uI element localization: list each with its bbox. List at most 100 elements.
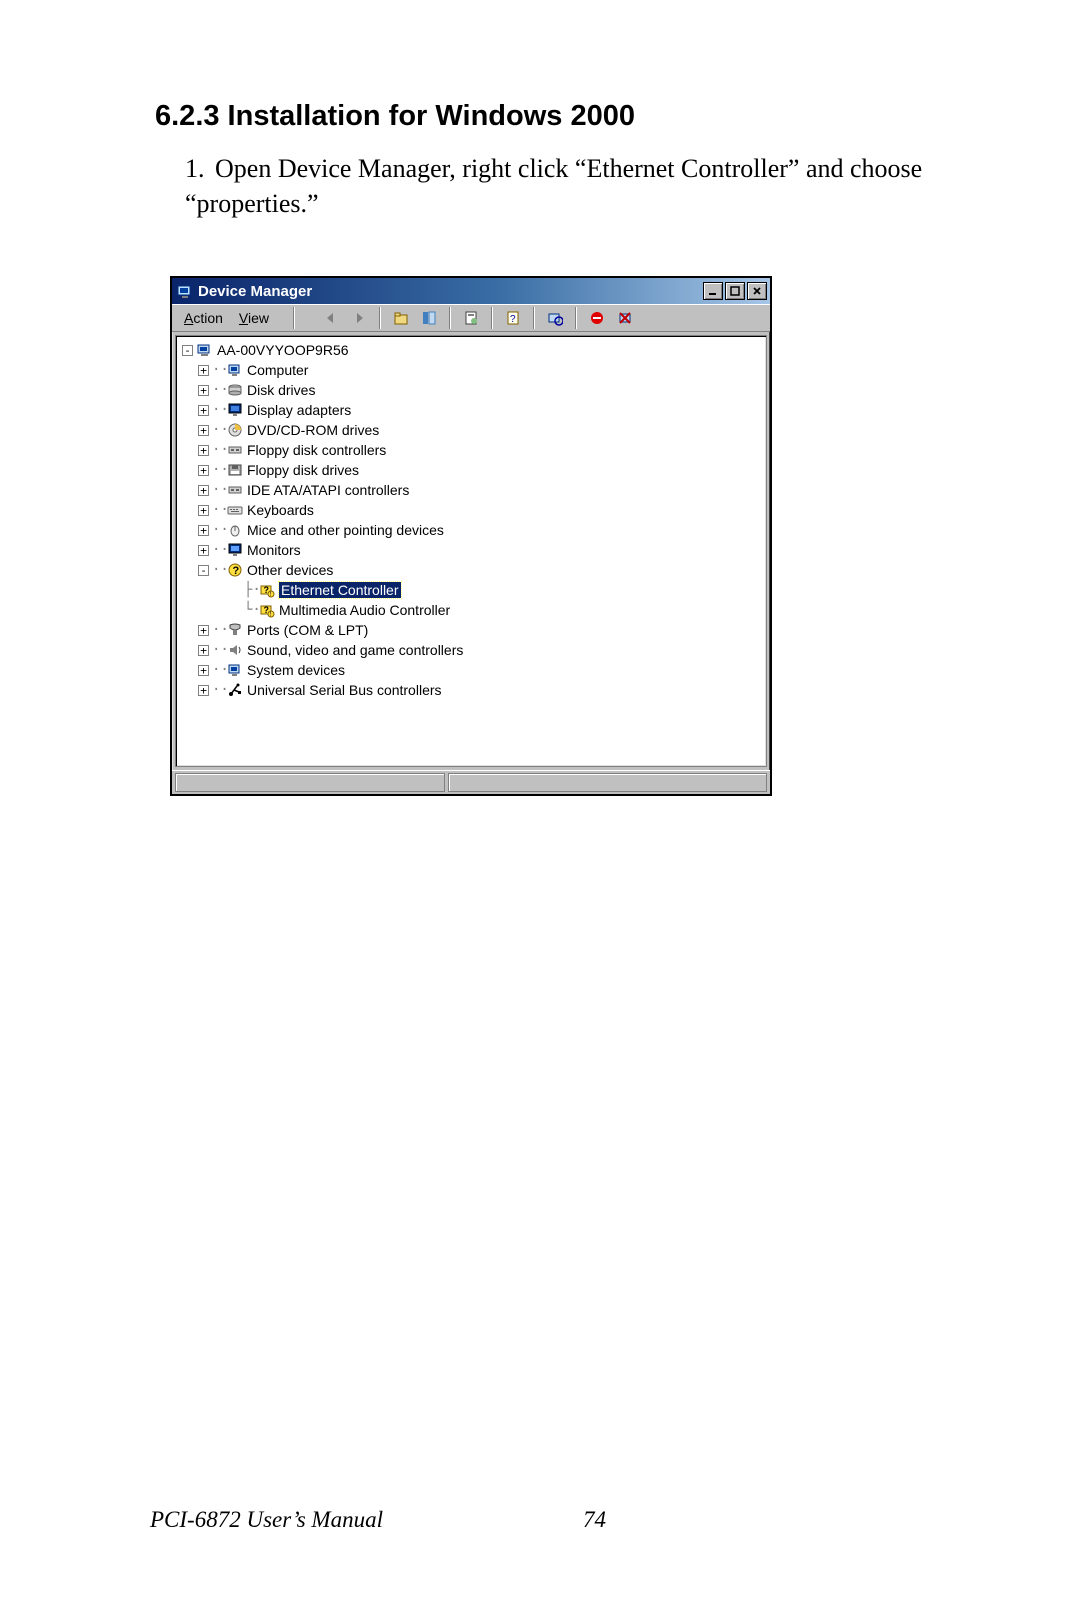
menu-view[interactable]: View xyxy=(239,310,269,326)
expand-toggle[interactable]: + xyxy=(198,485,209,496)
tree-root-label: AA-00VYYOOP9R56 xyxy=(217,342,349,358)
device-tree[interactable]: - AA-00VYYOOP9R56 +··Computer+··Disk dri… xyxy=(175,335,767,767)
unknown-icon: ?! xyxy=(258,602,276,618)
maximize-button[interactable] xyxy=(725,282,745,300)
keyboard-icon xyxy=(226,502,244,518)
footer-manual-title: PCI-6872 User’s Manual xyxy=(150,1507,383,1533)
tree-node[interactable]: +··Floppy disk controllers xyxy=(180,440,762,460)
menubar: Action View ? xyxy=(172,304,770,332)
expand-toggle[interactable]: + xyxy=(198,365,209,376)
expand-toggle[interactable]: + xyxy=(198,405,209,416)
tree-node-label: Ethernet Controller xyxy=(279,582,401,598)
expand-toggle[interactable]: + xyxy=(198,505,209,516)
tree-node-label: Sound, video and game controllers xyxy=(247,642,463,658)
show-hide-tree-icon[interactable] xyxy=(418,307,440,329)
tree-node-label: Multimedia Audio Controller xyxy=(279,602,450,618)
tree-node[interactable]: +··Monitors xyxy=(180,540,762,560)
tree-node-label: Other devices xyxy=(247,562,333,578)
expand-toggle[interactable]: + xyxy=(198,465,209,476)
expand-toggle[interactable]: + xyxy=(198,425,209,436)
cdrom-icon xyxy=(226,422,244,438)
instruction-step: 1.Open Device Manager, right click “Ethe… xyxy=(185,151,930,221)
tree-node[interactable]: +··System devices xyxy=(180,660,762,680)
tree-node[interactable]: +··Keyboards xyxy=(180,500,762,520)
tree-node-label: DVD/CD-ROM drives xyxy=(247,422,379,438)
scan-hardware-icon[interactable] xyxy=(544,307,566,329)
statusbar xyxy=(172,770,770,794)
ports-icon xyxy=(226,622,244,638)
titlebar[interactable]: Device Manager xyxy=(172,278,770,304)
tree-node[interactable]: +··Sound, video and game controllers xyxy=(180,640,762,660)
tree-child-node[interactable]: ├··?!Ethernet Controller xyxy=(180,580,762,600)
monitor-icon xyxy=(226,542,244,558)
expand-toggle[interactable]: + xyxy=(198,525,209,536)
section-heading: 6.2.3 Installation for Windows 2000 xyxy=(155,100,930,133)
controller-icon xyxy=(226,482,244,498)
controller-icon xyxy=(226,442,244,458)
svg-text:?: ? xyxy=(510,314,516,325)
status-panel-left xyxy=(175,773,445,792)
unknown-icon: ?! xyxy=(258,582,276,598)
tree-node-label: Disk drives xyxy=(247,382,315,398)
uninstall-icon[interactable] xyxy=(614,307,636,329)
tree-node[interactable]: +··Computer xyxy=(180,360,762,380)
status-panel-right xyxy=(448,773,767,792)
other-icon: ? xyxy=(226,562,244,578)
tree-node[interactable]: -··?Other devices xyxy=(180,560,762,580)
disable-icon[interactable] xyxy=(586,307,608,329)
tree-node-label: IDE ATA/ATAPI controllers xyxy=(247,482,409,498)
tree-node[interactable]: +··Floppy disk drives xyxy=(180,460,762,480)
back-icon[interactable] xyxy=(320,307,342,329)
computer-root-icon xyxy=(196,342,214,358)
tree-node[interactable]: +··DVD/CD-ROM drives xyxy=(180,420,762,440)
usb-icon xyxy=(226,682,244,698)
step-text: Open Device Manager, right click “Ethern… xyxy=(185,154,922,218)
expand-toggle[interactable]: + xyxy=(198,685,209,696)
tree-node[interactable]: +··Display adapters xyxy=(180,400,762,420)
tree-node[interactable]: +··Mice and other pointing devices xyxy=(180,520,762,540)
minimize-button[interactable] xyxy=(703,282,723,300)
expand-toggle[interactable]: + xyxy=(198,385,209,396)
computer-icon xyxy=(226,362,244,378)
tree-root[interactable]: - AA-00VYYOOP9R56 xyxy=(180,340,762,360)
expand-toggle[interactable]: - xyxy=(198,565,209,576)
tree-node-label: Display adapters xyxy=(247,402,351,418)
window-title: Device Manager xyxy=(198,283,312,300)
tree-node-label: Mice and other pointing devices xyxy=(247,522,444,538)
expand-toggle[interactable]: + xyxy=(198,665,209,676)
folder-up-icon[interactable] xyxy=(390,307,412,329)
tree-node-label: Monitors xyxy=(247,542,301,558)
tree-node-label: System devices xyxy=(247,662,345,678)
expand-toggle[interactable]: + xyxy=(198,625,209,636)
expand-toggle[interactable]: + xyxy=(198,445,209,456)
forward-icon[interactable] xyxy=(348,307,370,329)
system-icon xyxy=(226,662,244,678)
close-button[interactable] xyxy=(747,282,767,300)
mouse-icon xyxy=(226,522,244,538)
device-manager-icon xyxy=(176,283,194,299)
properties-icon[interactable] xyxy=(460,307,482,329)
svg-text:?: ? xyxy=(233,565,240,577)
tree-node[interactable]: +··Disk drives xyxy=(180,380,762,400)
device-manager-window: Device Manager Action View xyxy=(170,276,772,796)
tree-node-label: Keyboards xyxy=(247,502,314,518)
disk-icon xyxy=(226,382,244,398)
tree-node-label: Floppy disk controllers xyxy=(247,442,386,458)
tree-node[interactable]: +··Ports (COM & LPT) xyxy=(180,620,762,640)
tree-node[interactable]: +··Universal Serial Bus controllers xyxy=(180,680,762,700)
floppy-icon xyxy=(226,462,244,478)
sound-icon xyxy=(226,642,244,658)
expand-toggle[interactable]: - xyxy=(182,345,193,356)
tree-node-label: Floppy disk drives xyxy=(247,462,359,478)
tree-node-label: Computer xyxy=(247,362,308,378)
tree-node-label: Universal Serial Bus controllers xyxy=(247,682,442,698)
expand-toggle[interactable]: + xyxy=(198,645,209,656)
expand-toggle[interactable]: + xyxy=(198,545,209,556)
display-icon xyxy=(226,402,244,418)
tree-child-node[interactable]: └··?!Multimedia Audio Controller xyxy=(180,600,762,620)
footer-page-number: 74 xyxy=(583,1507,606,1533)
tree-node[interactable]: +··IDE ATA/ATAPI controllers xyxy=(180,480,762,500)
help-icon[interactable]: ? xyxy=(502,307,524,329)
tree-node-label: Ports (COM & LPT) xyxy=(247,622,368,638)
menu-action[interactable]: Action xyxy=(184,310,223,326)
